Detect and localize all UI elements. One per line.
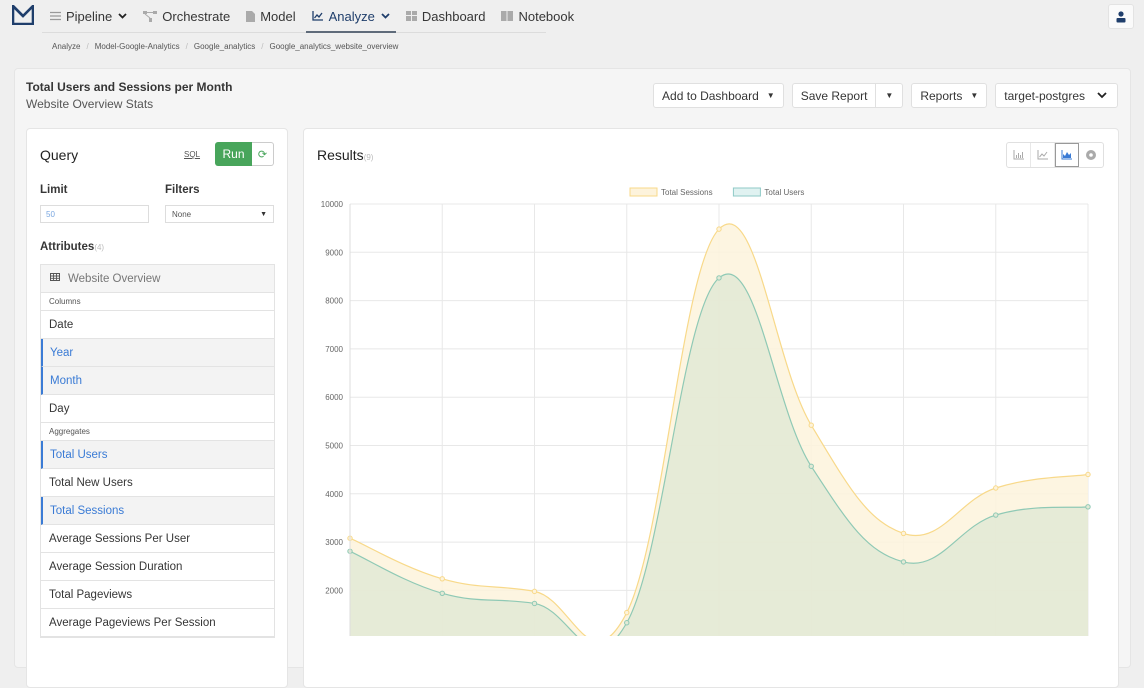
attribute-item[interactable]: Average Sessions Per User	[41, 525, 274, 553]
nav-tab-orchestrate[interactable]: Orchestrate	[135, 0, 238, 32]
caret-down-icon: ▼	[766, 91, 775, 100]
attribute-item[interactable]: Total Sessions	[41, 497, 274, 525]
breadcrumb-separator: /	[261, 42, 264, 51]
sql-link[interactable]: SQL	[184, 150, 200, 159]
document-icon	[246, 10, 256, 22]
chevron-down-icon	[118, 11, 127, 22]
attribute-item[interactable]: Average Pageviews Per Session	[41, 609, 274, 637]
nav-tab-label: Dashboard	[421, 8, 486, 24]
filters-label: Filters	[165, 184, 200, 196]
connection-select[interactable]: target-postgres	[995, 83, 1118, 108]
pie-chart-button[interactable]	[1079, 143, 1103, 167]
line-chart-button[interactable]	[1031, 143, 1055, 167]
breadcrumb-item[interactable]: Model-Google-Analytics	[95, 42, 180, 51]
book-icon	[501, 11, 514, 21]
aggregates-section-label: Aggregates	[41, 423, 274, 441]
attribute-item[interactable]: Day	[41, 395, 274, 423]
save-report-label: Save Report	[800, 88, 868, 103]
reports-label: Reports	[920, 88, 963, 103]
nav-tab-model[interactable]: Model	[238, 0, 303, 32]
table-icon	[50, 273, 60, 284]
nav-tab-label: Model	[260, 8, 296, 24]
chart-type-selector	[1006, 142, 1104, 168]
nav-tab-label: Analyze	[328, 8, 375, 24]
attributes-label-text: Attributes	[40, 241, 95, 253]
attribute-item[interactable]: Total Pageviews	[41, 581, 274, 609]
breadcrumb-item[interactable]: Google_analytics	[194, 42, 255, 51]
top-nav: Pipeline Orchestrate Model Analyze Dashboard…	[0, 0, 1144, 33]
connection-label: target-postgres	[1004, 88, 1085, 103]
attribute-item[interactable]: Year	[41, 339, 274, 367]
results-count: (9)	[363, 153, 374, 162]
report-title: Total Users and Sessions per Month	[26, 80, 233, 94]
columns-section-label: Columns	[41, 293, 274, 311]
attributes-label: Attributes(4)	[40, 241, 104, 253]
nav-tabs: Pipeline Orchestrate Model Analyze Dashboard…	[42, 0, 574, 33]
grid-icon	[405, 11, 417, 21]
auto-run-toggle[interactable]: ⟳	[252, 142, 274, 166]
list-icon	[50, 11, 61, 21]
chart-icon	[311, 11, 324, 21]
results-title-text: Results	[317, 147, 364, 163]
save-report-button[interactable]: Save Report	[791, 83, 877, 108]
nav-tab-dashboard[interactable]: Dashboard	[398, 0, 494, 32]
filters-value: None	[172, 209, 192, 219]
breadcrumb-item[interactable]: Analyze	[52, 42, 80, 51]
attributes-count: (4)	[94, 243, 105, 252]
save-report-dropdown[interactable]: ▼	[876, 83, 904, 108]
attribute-item[interactable]: Total New Users	[41, 469, 274, 497]
refresh-icon: ⟳	[257, 148, 268, 161]
nav-tab-label: Pipeline	[66, 8, 113, 24]
query-panel: Query SQL Run ⟳ Limit Filters None ▼ Att…	[26, 128, 288, 688]
meltano-logo[interactable]	[12, 5, 34, 25]
attributes-list: Website Overview Columns Date Year Month Da…	[40, 264, 275, 638]
nav-tab-label: Notebook	[518, 8, 575, 24]
area-chart-button[interactable]	[1055, 143, 1079, 167]
report-container: Total Users and Sessions per Month Websi…	[14, 68, 1131, 688]
breadcrumb-separator: /	[185, 42, 188, 51]
results-panel: Results(9)	[303, 128, 1119, 688]
reports-button[interactable]: Reports ▼	[911, 83, 988, 108]
user-menu-button[interactable]	[1108, 4, 1134, 29]
nav-tab-notebook[interactable]: Notebook	[493, 0, 582, 32]
filters-select[interactable]: None ▼	[165, 205, 274, 223]
table-header[interactable]: Website Overview	[41, 265, 274, 293]
caret-down-icon: ▼	[260, 210, 267, 218]
bar-chart-icon	[1013, 150, 1024, 160]
add-to-dashboard-label: Add to Dashboard	[662, 88, 759, 103]
nav-tab-pipeline[interactable]: Pipeline	[42, 0, 135, 32]
breadcrumb-item[interactable]: Google_analytics_website_overview	[269, 42, 398, 51]
workflow-icon	[143, 10, 158, 22]
bar-chart-button[interactable]	[1007, 143, 1031, 167]
table-name: Website Overview	[68, 272, 161, 285]
attribute-item[interactable]: Month	[41, 367, 274, 395]
breadcrumb: Analyze / Model-Google-Analytics / Google_an…	[52, 42, 398, 51]
report-subtitle: Website Overview Stats	[26, 97, 154, 111]
caret-down-icon: ▼	[885, 91, 894, 100]
query-title: Query	[40, 147, 79, 163]
limit-input[interactable]	[40, 205, 149, 223]
attribute-item[interactable]: Average Session Duration	[41, 553, 274, 581]
nav-tab-analyze[interactable]: Analyze	[304, 0, 398, 33]
caret-down-icon: ▼	[970, 91, 979, 100]
add-to-dashboard-button[interactable]: Add to Dashboard ▼	[653, 83, 784, 108]
chevron-down-icon	[1097, 92, 1107, 99]
pie-chart-icon	[1086, 150, 1096, 160]
user-icon	[1116, 10, 1126, 22]
results-title: Results(9)	[317, 147, 373, 163]
area-chart-icon	[1061, 150, 1072, 160]
chevron-down-icon	[381, 11, 390, 22]
attribute-item[interactable]: Date	[41, 311, 274, 339]
breadcrumb-separator: /	[86, 42, 89, 51]
line-chart-icon	[1037, 150, 1048, 160]
attribute-item[interactable]: Total Users	[41, 441, 274, 469]
nav-tab-label: Orchestrate	[162, 8, 231, 24]
run-button[interactable]: Run	[215, 142, 252, 166]
limit-label: Limit	[40, 184, 68, 196]
